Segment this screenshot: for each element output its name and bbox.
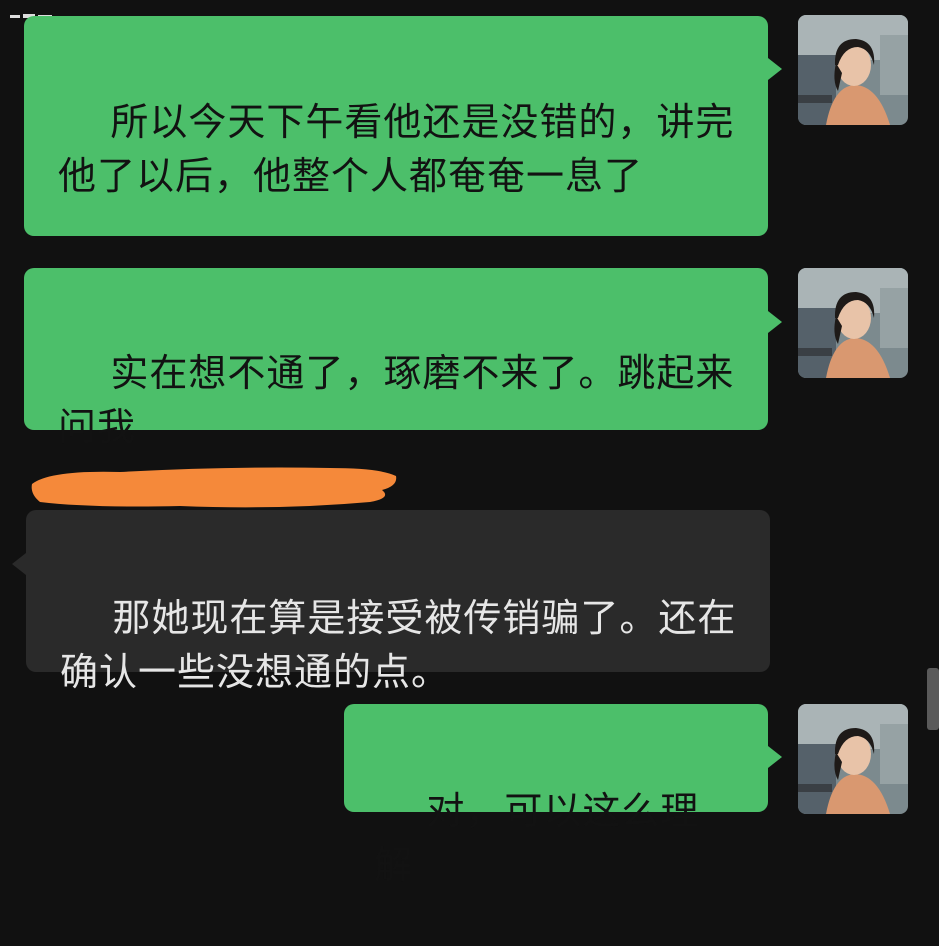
bubble-tail <box>768 58 782 80</box>
redacted-sender-name <box>30 462 400 512</box>
chat-conversation[interactable]: 所以今天下午看他还是没错的，讲完他了以后，他整个人都奄奄一息了 实在想不通了，琢… <box>0 0 939 887</box>
bubble-tail <box>768 746 782 768</box>
bubble-tail <box>12 553 26 575</box>
avatar[interactable] <box>798 704 908 814</box>
message-bubble-sent[interactable]: 对，可以这么理解 <box>344 704 768 887</box>
bubble-tail <box>768 311 782 333</box>
avatar[interactable] <box>798 268 908 378</box>
scrollbar-thumb[interactable] <box>927 668 939 730</box>
message-bubble-sent[interactable]: 所以今天下午看他还是没错的，讲完他了以后，他整个人都奄奄一息了 <box>24 16 768 236</box>
message-text: 对，可以这么理解 <box>374 789 700 887</box>
message-text: 那她现在算是接受被传销骗了。还在确认一些没想通的点。 <box>60 596 737 694</box>
avatar-photo-icon <box>798 704 908 814</box>
avatar-photo-icon <box>798 15 908 125</box>
message-text: 实在想不通了，琢磨不来了。跳起来问我 <box>58 351 735 449</box>
message-bubble-received[interactable]: 那她现在算是接受被传销骗了。还在确认一些没想通的点。 <box>26 510 770 694</box>
message-bubble-sent[interactable]: 实在想不通了，琢磨不来了。跳起来问我 <box>24 268 768 449</box>
avatar-photo-icon <box>798 268 908 378</box>
message-text: 所以今天下午看他还是没错的，讲完他了以后，他整个人都奄奄一息了 <box>58 100 735 198</box>
avatar[interactable] <box>798 15 908 125</box>
